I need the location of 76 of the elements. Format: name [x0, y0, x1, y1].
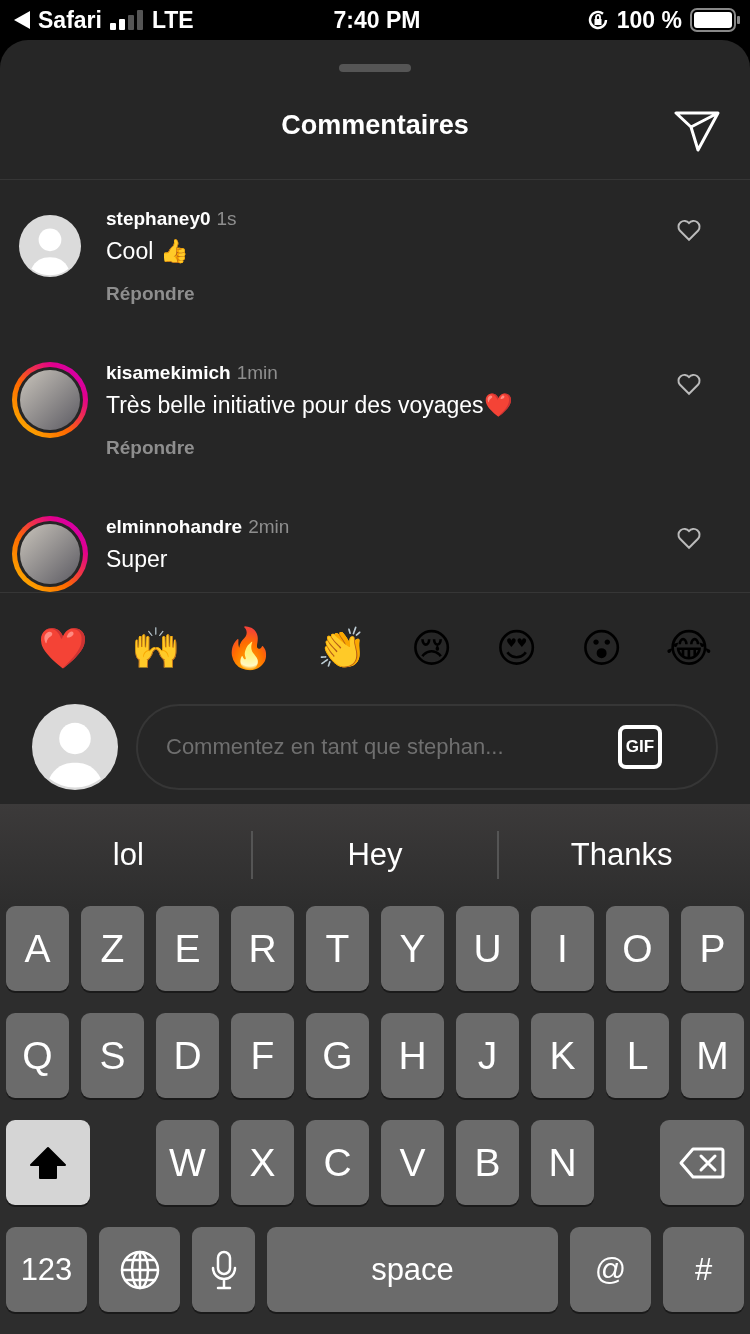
paper-plane-icon — [674, 109, 720, 152]
letter-key[interactable]: P — [681, 906, 744, 991]
battery-icon — [690, 8, 740, 32]
battery-percent: 100 % — [616, 6, 682, 34]
letter-key[interactable]: M — [681, 1013, 744, 1098]
network-label: LTE — [151, 6, 194, 34]
backspace-icon — [679, 1146, 725, 1179]
gif-button[interactable]: GIF — [618, 725, 662, 769]
letter-key[interactable]: B — [456, 1120, 519, 1205]
letter-key[interactable]: C — [306, 1120, 369, 1205]
letter-key[interactable]: V — [381, 1120, 444, 1205]
reaction-emoji[interactable]: 🔥 — [224, 628, 275, 669]
shift-key[interactable] — [6, 1120, 90, 1205]
space-key[interactable]: space — [267, 1227, 558, 1312]
letter-key[interactable]: D — [156, 1013, 219, 1098]
photo-placeholder — [20, 524, 80, 585]
like-button[interactable] — [676, 218, 702, 243]
shift-arrow-icon — [29, 1145, 67, 1180]
letter-key[interactable]: X — [231, 1120, 294, 1205]
back-arrow-icon — [14, 11, 30, 29]
microphone-icon — [210, 1249, 237, 1290]
letter-key[interactable]: E — [156, 906, 219, 991]
reaction-emoji[interactable]: 👏 — [317, 628, 368, 669]
microphone-key[interactable] — [192, 1227, 255, 1312]
comment-time: 2min — [248, 516, 290, 539]
comment-text: Très belle initiative pour des voyages❤ — [106, 392, 514, 420]
letter-key[interactable]: W — [156, 1120, 219, 1205]
username[interactable]: elminnohandre — [106, 516, 243, 539]
comment-text: Super — [106, 546, 169, 574]
default-avatar-icon — [19, 215, 81, 278]
comment-text: Cool 👍 — [106, 238, 190, 266]
reaction-emoji[interactable]: ❤ — [37, 628, 88, 669]
letter-key[interactable]: Q — [6, 1013, 69, 1098]
letter-key[interactable]: U — [456, 906, 519, 991]
back-app-label[interactable]: Safari — [38, 6, 102, 34]
globe-icon — [119, 1249, 160, 1290]
comment-time: 1s — [216, 208, 237, 231]
letter-key[interactable]: Y — [381, 906, 444, 991]
username[interactable]: kisamekimich — [106, 362, 231, 385]
photo-placeholder — [20, 370, 80, 431]
letter-key[interactable]: J — [456, 1013, 519, 1098]
letter-key[interactable]: S — [81, 1013, 144, 1098]
suggestion-item[interactable]: lol — [6, 831, 251, 879]
letter-key[interactable]: Z — [81, 906, 144, 991]
suggestion-item[interactable]: Hey — [250, 831, 498, 879]
letter-key[interactable]: K — [531, 1013, 594, 1098]
letter-key[interactable]: I — [531, 906, 594, 991]
letter-key[interactable]: H — [381, 1013, 444, 1098]
rotation-lock-icon — [586, 9, 609, 31]
keyboard-key[interactable]: # — [663, 1227, 744, 1312]
letter-key[interactable]: R — [231, 906, 294, 991]
share-button[interactable] — [674, 109, 720, 152]
keyboard-key[interactable]: @ — [570, 1227, 651, 1312]
default-avatar-icon — [32, 704, 118, 790]
letter-key[interactable]: A — [6, 906, 69, 991]
letter-key[interactable]: T — [306, 906, 369, 991]
clock: 7:40 PM — [333, 6, 421, 34]
letter-key[interactable]: G — [306, 1013, 369, 1098]
letter-key[interactable]: N — [531, 1120, 594, 1205]
globe-key[interactable] — [99, 1227, 180, 1312]
signal-icon — [109, 10, 144, 30]
like-button[interactable] — [676, 526, 702, 551]
comment-time: 1min — [236, 362, 278, 385]
letter-key[interactable]: O — [606, 906, 669, 991]
comment-field[interactable]: Commentez en tant que stephan... GIF — [136, 704, 718, 790]
suggestion-item[interactable]: Thanks — [497, 831, 744, 879]
letter-key[interactable]: F — [231, 1013, 294, 1098]
reply-link[interactable]: Répondre — [106, 283, 195, 306]
letter-key[interactable]: L — [606, 1013, 669, 1098]
like-button[interactable] — [676, 372, 702, 397]
reaction-emoji[interactable]: 🙌 — [130, 628, 181, 669]
sheet-title: Commentaires — [281, 110, 469, 142]
backspace-key[interactable] — [660, 1120, 744, 1205]
username[interactable]: stephaney0 — [106, 208, 211, 231]
reply-link[interactable]: Répondre — [106, 437, 195, 460]
keyboard-key[interactable]: 123 — [6, 1227, 87, 1312]
